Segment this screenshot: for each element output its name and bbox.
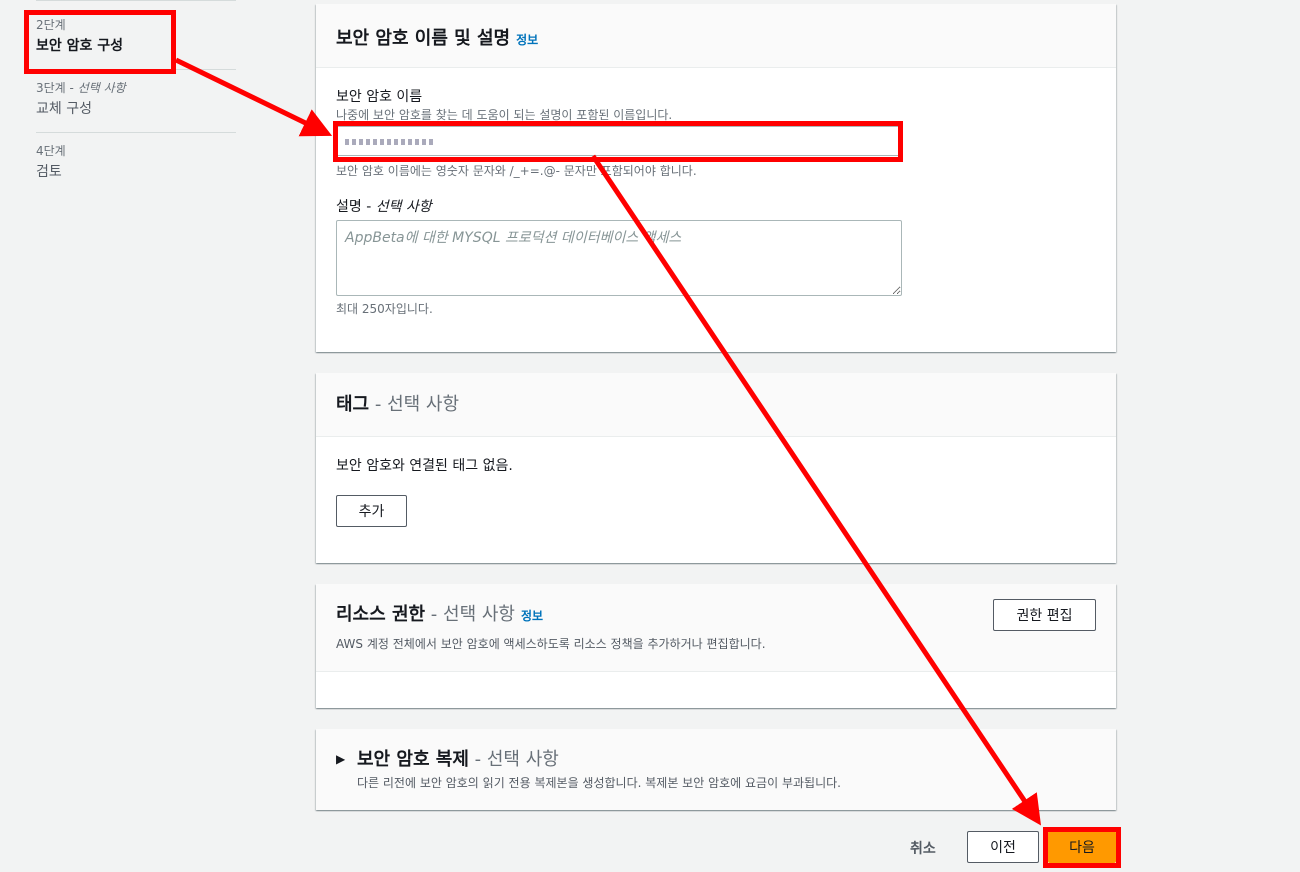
- arrow-step-to-input: [174, 57, 333, 137]
- arrow-input-to-next: [590, 154, 1042, 826]
- annotation-arrows: [174, 57, 1042, 826]
